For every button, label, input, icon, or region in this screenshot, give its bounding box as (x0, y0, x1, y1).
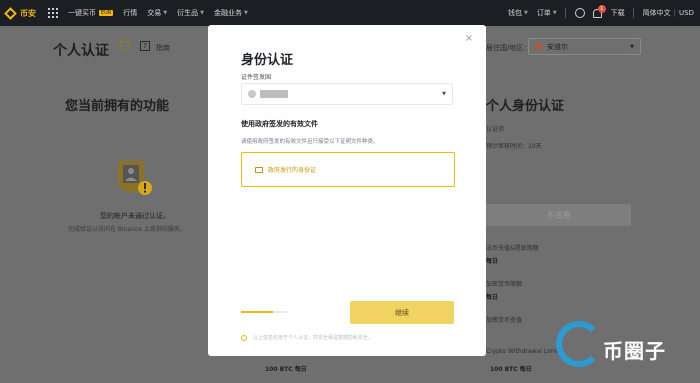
bell-icon[interactable]: 1 (592, 4, 606, 18)
government-id-option[interactable]: 政府发行的身份证 (241, 152, 455, 187)
nav-download[interactable]: 下载 (611, 8, 625, 18)
flag-icon (248, 90, 256, 98)
chevron-down-icon: ▼ (244, 10, 248, 16)
government-id-label: 政府发行的身份证 (268, 167, 317, 174)
crypto-withdrawal-label: Crypto Withdrawal Limit (486, 348, 559, 355)
divider (564, 8, 566, 18)
nav-derivatives[interactable]: 衍生品 ▼ (177, 8, 204, 18)
brand-logo[interactable]: 币安 (4, 6, 36, 20)
identity-verification-modal: × 身份认证 证件签发国 ▼ 使用政府签发的有效文件 请使用政府签发的有效文件且… (208, 25, 486, 356)
apps-grid-icon[interactable] (48, 8, 58, 18)
progress-fill (241, 311, 274, 313)
page-title: 个人认证 (53, 43, 109, 59)
country-value-redacted (260, 90, 288, 98)
chevron-down-icon: ▼ (630, 43, 634, 50)
privacy-note: 以上信息仅用于个人认证，并安全保证数据隐私安全。 (241, 334, 373, 341)
not-applicable-button[interactable]: 不适用 (486, 204, 631, 226)
divider (632, 8, 634, 18)
user-icon[interactable] (574, 8, 585, 18)
crypto-limit-label: 加密货币限额 (486, 281, 523, 288)
nav-buy-crypto[interactable]: 一键买币 EUR (68, 8, 114, 18)
chevron-down-icon: ▼ (163, 10, 168, 16)
binance-logo-icon (4, 6, 17, 20)
watermark-logo-icon (556, 321, 602, 367)
nav-wallet[interactable]: 钱包 ▼ (508, 8, 528, 18)
unverified-status: 您的帐户未通过认证。 (100, 212, 170, 220)
fiat-limit-label: 法币充值&提现限额 (486, 245, 539, 252)
continue-button[interactable]: 继续 (350, 301, 454, 324)
chevron-down-icon: ▼ (442, 91, 446, 97)
watermark-text: 币圈子 (603, 339, 666, 363)
personal-verification-title: 个人身份认证 (486, 99, 565, 114)
close-icon[interactable]: × (465, 34, 473, 44)
nav-finance[interactable]: 金融业务 ▼ (214, 8, 248, 18)
chevron-down-icon: ▼ (200, 10, 205, 16)
btc-limit-left: 100 BTC 每日 (265, 366, 307, 373)
currency-selector[interactable]: | USD (674, 9, 694, 17)
features-title: 您当前拥有的功能 (65, 99, 170, 114)
crypto-deposit-label: 加密货币充值 (486, 317, 523, 324)
modal-title: 身份认证 (241, 53, 294, 68)
language-selector[interactable]: 简体中文 (643, 8, 671, 18)
help-icon[interactable]: ? (140, 41, 150, 51)
currency-badge: EUR (99, 10, 114, 16)
crypto-limit-value: 每日 (486, 294, 499, 301)
issuing-country-select[interactable]: ▼ (241, 83, 453, 105)
region-select[interactable]: 安道尔 ▼ (528, 38, 641, 55)
requirement-text: 认证须 (486, 126, 505, 133)
fiat-limit-value: 每日 (486, 258, 499, 265)
topbar-right: 钱包 ▼ 订单 ▼ 1 下载 简体中文 | USD (499, 0, 694, 26)
shield-icon (120, 41, 130, 52)
unverified-hint: 完成验证以访问在 Binance 上提供的服务。 (68, 226, 186, 233)
review-time-text: 预计审核时间：10天 (486, 143, 542, 150)
flag-icon (535, 43, 542, 50)
guide-link[interactable]: 指南 (156, 43, 170, 53)
btc-limit-right: 100 BTC 每日 (490, 366, 532, 373)
id-card-warning-icon (118, 161, 152, 195)
region-value: 安道尔 (547, 42, 568, 51)
document-hint: 请使用政府签发的有效文件且只接受以下证明文件种类。 (241, 139, 379, 145)
id-card-icon (255, 166, 263, 173)
region-label: 居住国/地区： (486, 44, 531, 52)
nav-markets[interactable]: 行情 (123, 8, 137, 18)
brand-name: 币安 (20, 8, 36, 18)
check-circle-icon (241, 334, 247, 341)
nav-orders[interactable]: 订单 ▼ (537, 8, 557, 18)
document-heading: 使用政府签发的有效文件 (241, 120, 318, 128)
nav-trade[interactable]: 交易 ▼ (147, 8, 167, 18)
issuing-country-label: 证件签发国 (241, 74, 272, 81)
top-navigation-bar: 币安 一键买币 EUR 行情 交易 ▼ 衍生品 ▼ 金融业务 ▼ 钱包 ▼ 订单 ▼ 1 … (0, 0, 700, 26)
notification-badge: 1 (597, 4, 606, 13)
chevron-down-icon: ▼ (552, 10, 557, 16)
progress-bar (241, 311, 287, 313)
chevron-down-icon: ▼ (523, 10, 528, 16)
